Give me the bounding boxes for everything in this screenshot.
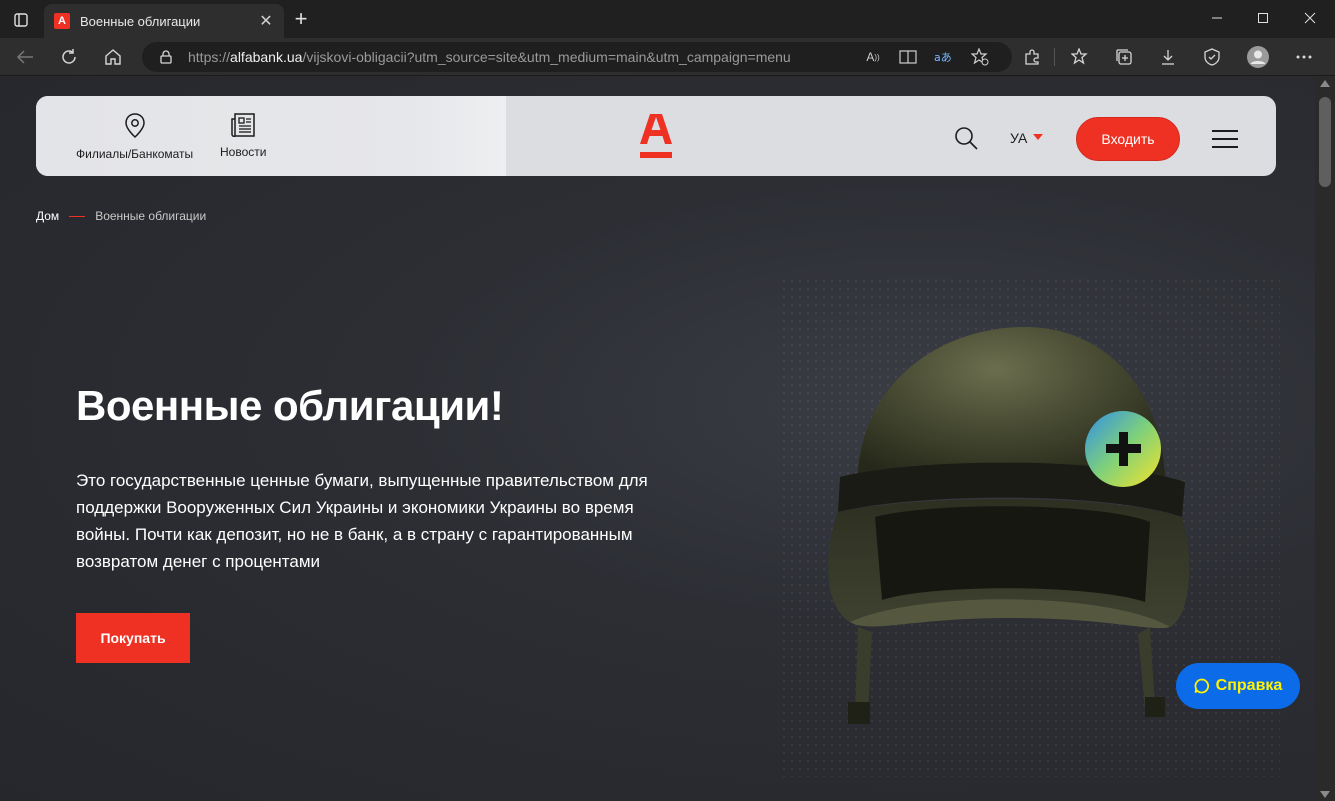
language-label: УА [1010,130,1028,146]
caret-down-icon [1033,133,1044,140]
url-scheme: https:// [188,49,231,65]
hero-title: Военные облигации! [76,382,504,429]
maximize-icon[interactable] [1243,6,1283,30]
tab-bar: А Военные облигации ✕ + [0,0,1335,38]
language-selector[interactable]: УА [1010,130,1044,146]
news-link[interactable]: Новости [220,113,266,159]
breadcrumb-home-link[interactable]: Дом [36,209,59,223]
immersive-reader-icon[interactable] [897,48,919,66]
site-header: Филиалы/Банкоматы Новости УА Входить [36,96,1276,176]
breadcrumb-separator [69,215,86,217]
browser-essentials-icon[interactable] [1200,46,1224,68]
home-icon[interactable] [101,46,125,68]
collections-icon[interactable] [1112,46,1136,68]
address-bar[interactable]: https://alfabank.ua/vijskovi-obligacii?u… [142,42,1012,72]
refresh-icon[interactable] [57,46,81,68]
tab-title: Военные облигации [80,13,201,29]
scroll-down-arrow-icon[interactable] [1320,791,1330,798]
lock-icon[interactable] [158,49,174,65]
translate-icon[interactable]: aあ [932,48,954,66]
url-path: /vijskovi-obligacii?utm_source=site&utm_… [302,49,791,65]
window-close-icon[interactable] [1290,6,1330,30]
tab-actions-icon[interactable] [10,9,32,31]
svg-text:aあ: aあ [934,51,952,64]
more-menu-icon[interactable] [1292,46,1316,68]
military-helmet-illustration [828,327,1190,724]
breadcrumb-current: Военные облигации [95,209,207,223]
close-tab-icon[interactable]: ✕ [256,11,276,31]
minimize-icon[interactable] [1197,6,1237,30]
newspaper-icon [231,113,255,137]
branches-label: Филиалы/Банкоматы [76,147,194,161]
news-label: Новости [220,145,267,159]
extensions-puzzle-icon[interactable] [1020,46,1044,68]
downloads-icon[interactable] [1156,46,1180,68]
login-button[interactable]: Входить [1076,117,1180,161]
buy-button[interactable]: Покупать [76,613,190,663]
help-label: Справка [1215,677,1283,694]
alfabank-favicon-icon: А [54,13,70,29]
browser-tab[interactable]: А Военные облигации ✕ [44,4,284,38]
scrollbar-thumb[interactable] [1319,97,1331,187]
browser-window: А Военные облигации ✕ + https://alfabank… [0,0,1335,801]
chat-bubble-icon [1194,678,1209,694]
new-tab-plus-icon[interactable]: + [290,8,312,31]
hero-description: Это государственные ценные бумаги, выпущ… [76,471,648,571]
scroll-up-arrow-icon[interactable] [1320,80,1330,87]
breadcrumb: Дом Военные облигации [36,209,206,223]
page-scrollbar[interactable] [1315,77,1335,801]
navigation-bar: https://alfabank.ua/vijskovi-obligacii?u… [0,38,1335,76]
map-pin-icon [124,113,145,139]
search-icon[interactable] [954,126,978,150]
branches-atms-link[interactable]: Филиалы/Банкоматы [76,113,193,161]
favorites-icon[interactable] [1068,46,1092,68]
url-text: https://alfabank.ua/vijskovi-obligacii?u… [188,49,791,65]
url-host: alfabank.ua [230,49,303,65]
back-arrow-icon[interactable] [13,46,37,68]
hamburger-menu-icon[interactable] [1212,130,1238,148]
read-aloud-icon[interactable]: A)) [862,48,884,66]
help-chat-button[interactable]: Справка [1176,663,1300,709]
profile-avatar-icon[interactable] [1246,46,1270,68]
add-favorite-icon[interactable] [969,48,991,66]
toolbar-divider [1054,48,1055,66]
alfabank-logo-icon[interactable] [640,114,672,160]
web-page: Филиалы/Банкоматы Новости УА Входить Дом [0,77,1315,801]
